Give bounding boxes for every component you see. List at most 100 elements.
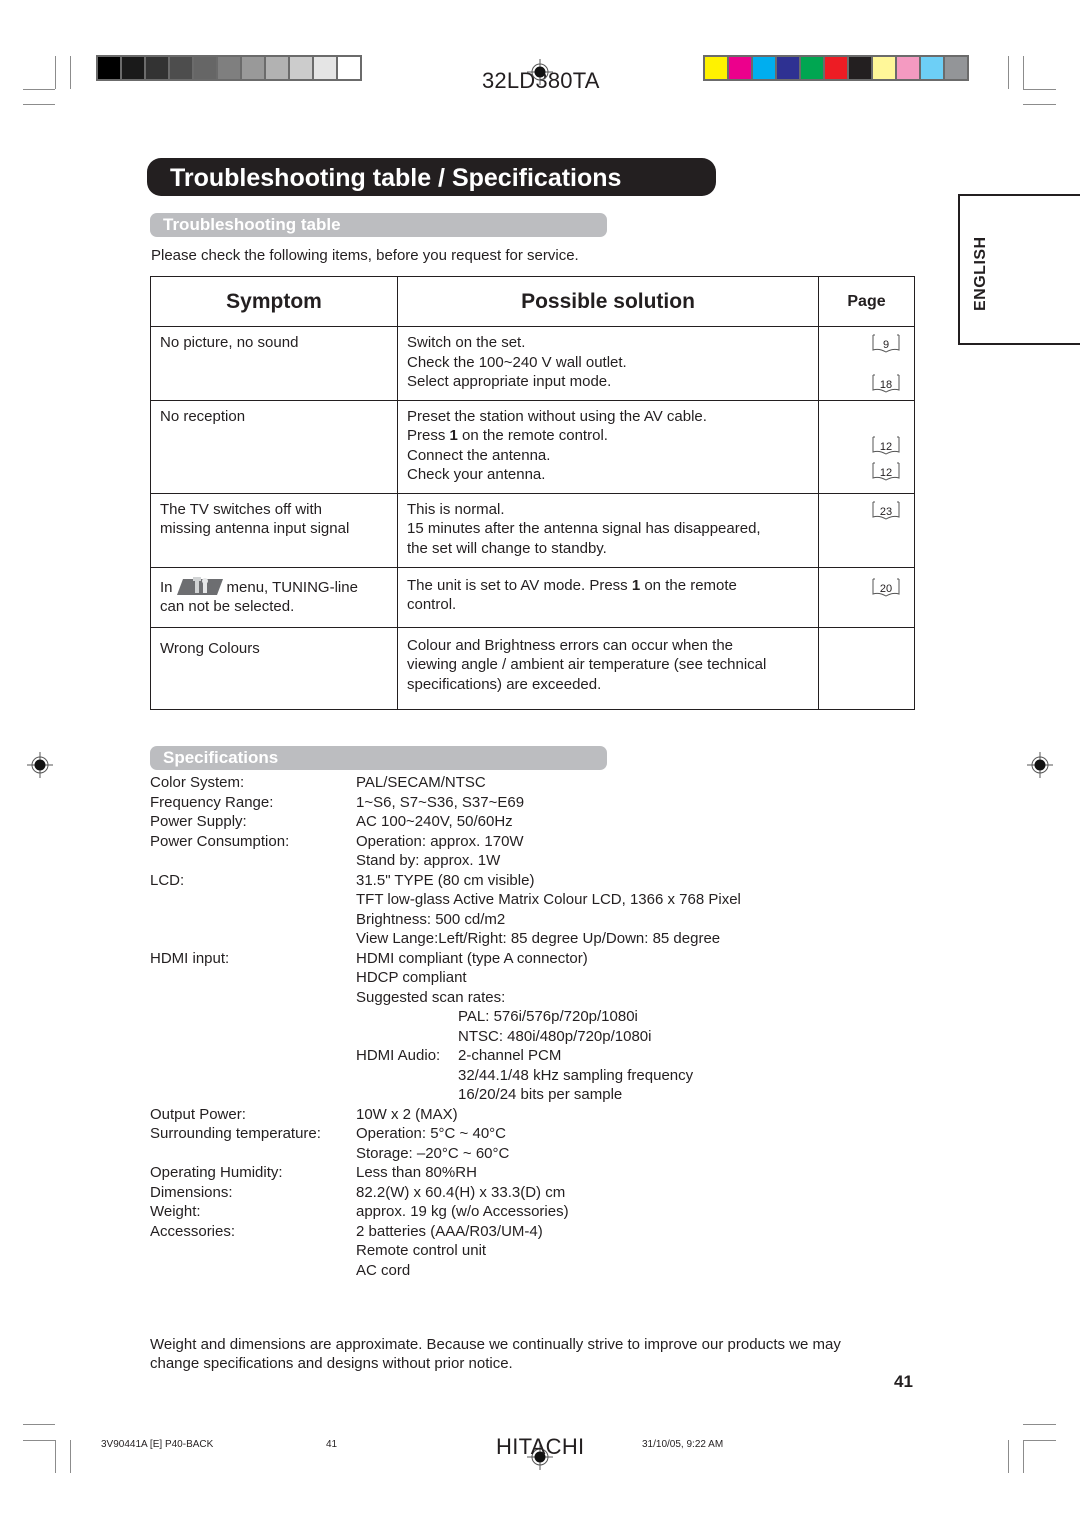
page-reference-link[interactable]: 18 — [872, 374, 900, 393]
specifications-heading: Specifications — [150, 746, 607, 770]
page-reference-link[interactable]: 20 — [872, 578, 900, 597]
brand-logo: HITACHI — [496, 1434, 585, 1459]
spec-label: Accessories: — [150, 1222, 236, 1240]
color-swatch — [873, 57, 895, 79]
crop-mark — [23, 1424, 55, 1425]
color-swatch — [897, 57, 919, 79]
spec-values: 1~S6, S7~S36, S37~E69 — [356, 793, 524, 813]
spec-values: 10W x 2 (MAX) — [356, 1105, 458, 1125]
spec-value: Operation: approx. 170W — [356, 832, 524, 850]
spec-value: Storage: –20°C ~ 60°C — [356, 1144, 510, 1162]
spec-row: HDMI input: HDMI compliant (type A connec… — [150, 949, 741, 1105]
symptom-cell: Wrong Colours — [150, 626, 398, 710]
solution-cell: Colour and Brightness errors can occur w… — [397, 626, 819, 710]
crop-mark — [70, 1440, 71, 1473]
spec-value: Less than 80%RH — [356, 1164, 477, 1181]
crop-mark — [1023, 1440, 1024, 1473]
symptom-cell: No picture, no sound — [150, 326, 398, 401]
grayscale-swatch — [170, 57, 192, 79]
page-reference-link[interactable]: 12 — [872, 436, 900, 455]
spec-row: Dimensions: 82.2(W) x 60.4(H) x 33.3(D) c… — [150, 1183, 741, 1203]
spec-value: TFT low-glass Active Matrix Colour LCD, … — [356, 891, 741, 908]
spec-label: Frequency Range: — [150, 793, 274, 811]
hdmi-audio-label: HDMI Audio: — [356, 1047, 441, 1064]
crop-mark — [1008, 1440, 1009, 1473]
spec-row: Output Power: 10W x 2 (MAX) — [150, 1105, 741, 1125]
page-cell: 9 18 — [818, 326, 915, 401]
column-header-solution: Possible solution — [397, 276, 819, 327]
setup-menu-icon — [176, 576, 223, 595]
footer-timestamp: 31/10/05, 9:22 AM — [642, 1439, 724, 1450]
spec-value: 1~S6, S7~S36, S37~E69 — [356, 793, 525, 811]
spec-label: Operating Humidity: — [150, 1164, 283, 1181]
spec-values: approx. 19 kg (w/o Accessories) — [356, 1202, 569, 1222]
spec-label: HDMI input: — [150, 949, 230, 967]
disclaimer-note: Weight and dimensions are approximate. B… — [150, 1336, 841, 1372]
spec-value: PAL/SECAM/NTSC — [356, 774, 486, 791]
grayscale-swatch — [122, 57, 144, 79]
spec-value: HDCP compliant — [356, 969, 467, 986]
page-reference-link[interactable]: 23 — [872, 501, 900, 520]
crop-mark — [1023, 89, 1056, 90]
spec-row: Power Consumption: Operation: approx. 170… — [150, 832, 741, 871]
language-tab: ENGLISH — [958, 194, 1080, 345]
solution-cell: This is normal. 15 minutes after the ant… — [397, 492, 819, 568]
page-number: 41 — [894, 1372, 913, 1391]
page-reference-link[interactable]: 9 — [872, 334, 900, 353]
spec-value: PAL: 576i/576p/720p/1080i — [458, 1008, 638, 1025]
column-header-page: Page — [818, 276, 915, 327]
color-swatch — [945, 57, 967, 79]
spec-value: Brightness: 500 cd/m2 — [356, 910, 506, 928]
symptom-cell: In menu, TUNING-line can not be selected… — [150, 566, 398, 628]
solution-cell: Preset the station without using the AV … — [397, 399, 819, 494]
color-swatch — [849, 57, 871, 79]
spec-value: HDMI compliant (type A connector) — [356, 949, 588, 967]
spec-label: Color System: — [150, 774, 245, 791]
spec-values: Less than 80%RH — [356, 1163, 477, 1183]
spec-value: View Lange:Left/Right: 85 degree Up/Down… — [356, 930, 721, 947]
spec-value: 2-channel PCM — [458, 1047, 562, 1064]
table-row: No picture, no sound Switch on the set. … — [150, 326, 915, 401]
grayscale-swatch — [98, 57, 120, 79]
color-calibration-bar — [703, 55, 969, 81]
color-swatch — [729, 57, 751, 79]
grayscale-swatch — [338, 57, 360, 79]
symptom-cell: The TV switches off with missing antenna… — [150, 492, 398, 568]
crop-mark — [55, 1440, 56, 1473]
spec-label: Power Supply: — [150, 813, 247, 830]
page-cell — [818, 626, 915, 710]
page-reference-link[interactable]: 12 — [872, 462, 900, 481]
column-header-symptom: Symptom — [150, 276, 398, 327]
footer-file-id: 3V90441A [E] P40-BACK — [101, 1439, 214, 1450]
table-row: Wrong Colours Colour and Brightness erro… — [150, 626, 915, 710]
spec-row: Accessories: 2 batteries (AAA/R03/UM-4) Re… — [150, 1222, 741, 1281]
color-swatch — [705, 57, 727, 79]
footer-page: 41 — [326, 1439, 338, 1450]
color-swatch — [801, 57, 823, 79]
table-row: No reception Preset the station without … — [150, 399, 915, 494]
crop-mark — [1023, 104, 1056, 105]
spec-value: AC 100~240V, 50/60Hz — [356, 813, 513, 830]
page-cell: 12 12 — [818, 399, 915, 494]
spec-label: Dimensions: — [150, 1183, 233, 1201]
spec-label: LCD: — [150, 871, 185, 889]
spec-row: Weight: approx. 19 kg (w/o Accessories) — [150, 1202, 741, 1222]
spec-label: Surrounding temperature: — [150, 1125, 321, 1142]
language-label: ENGLISH — [972, 236, 989, 311]
spec-row: LCD: 31.5" TYPE (80 cm visible) TFT low-gl… — [150, 871, 741, 949]
spec-value: 2 batteries (AAA/R03/UM-4) — [356, 1222, 543, 1240]
color-swatch — [753, 57, 775, 79]
spec-value: Stand by: approx. 1W — [356, 852, 501, 869]
solution-cell: Switch on the set. Check the 100~240 V w… — [397, 326, 819, 401]
grayscale-calibration-bar — [96, 55, 362, 81]
spec-values: 2 batteries (AAA/R03/UM-4) Remote control… — [356, 1222, 543, 1281]
color-swatch — [825, 57, 847, 79]
spec-value: 31.5" TYPE (80 cm visible) — [356, 871, 535, 889]
spec-value: 10W x 2 (MAX) — [356, 1105, 458, 1123]
spec-value: 16/20/24 bits per sample — [458, 1086, 623, 1103]
troubleshooting-intro: Please check the following items, before… — [151, 247, 579, 264]
crop-mark — [23, 104, 55, 105]
spec-value: 82.2(W) x 60.4(H) x 33.3(D) cm — [356, 1183, 566, 1201]
registration-target-icon — [27, 752, 53, 778]
registration-target-icon — [1027, 752, 1053, 778]
